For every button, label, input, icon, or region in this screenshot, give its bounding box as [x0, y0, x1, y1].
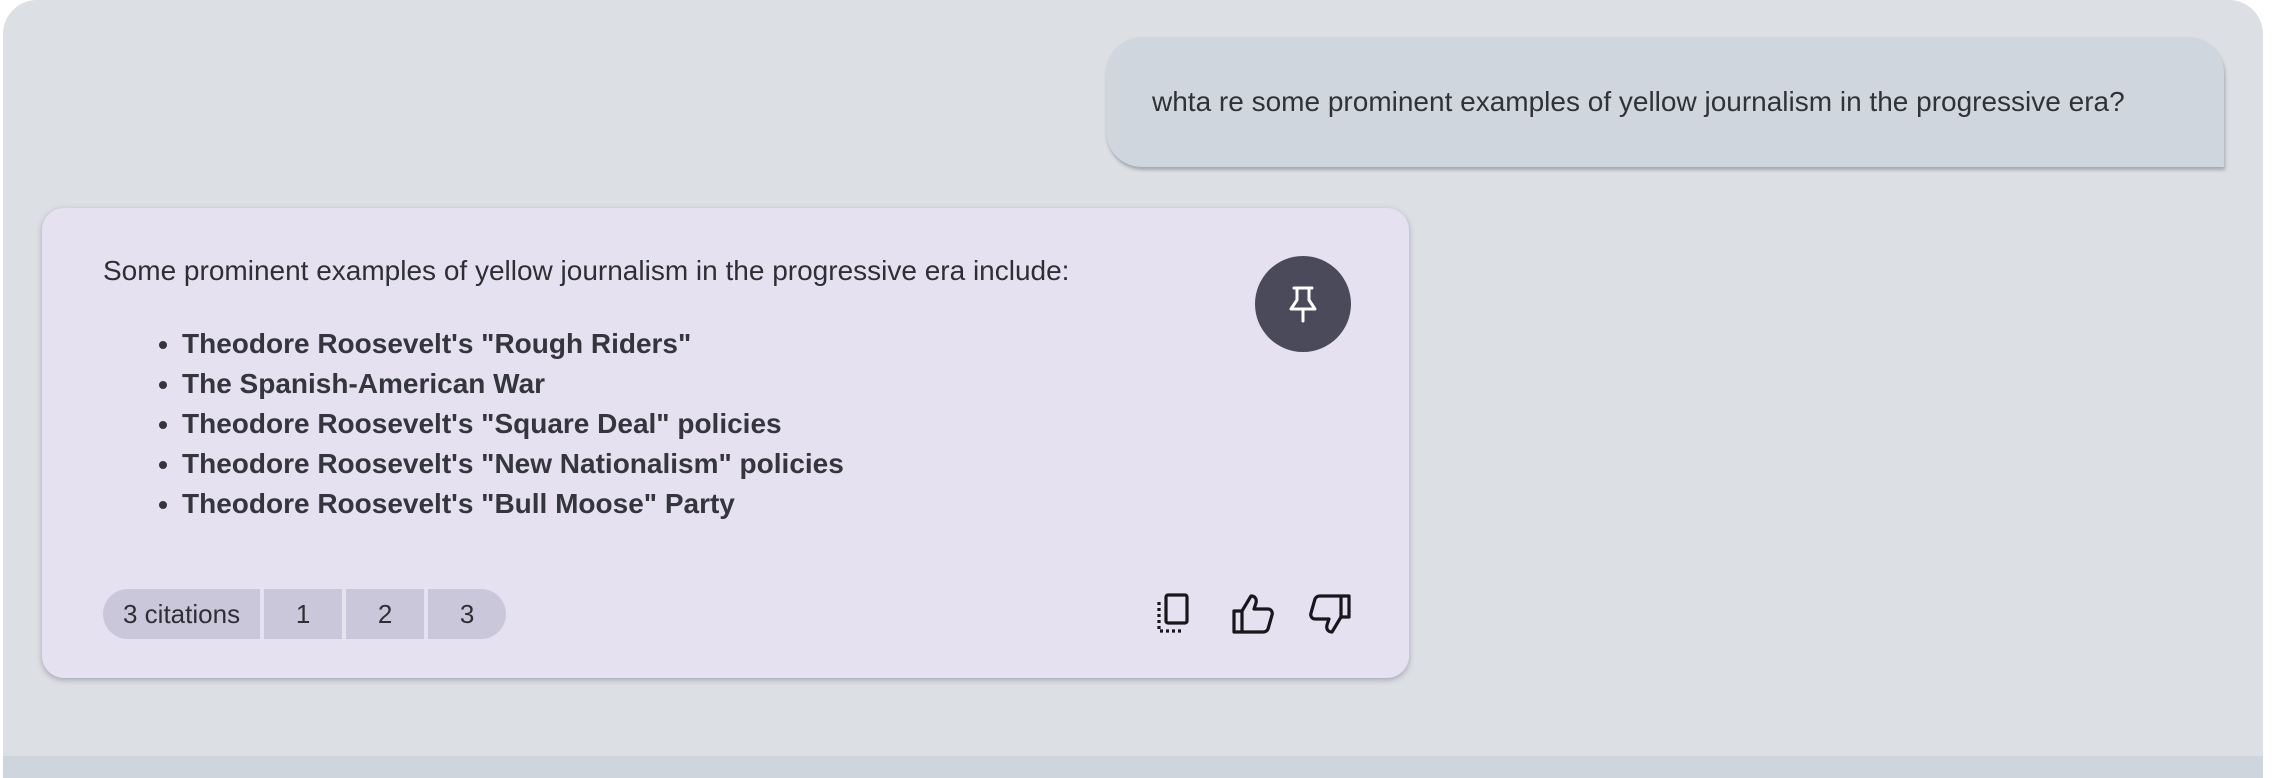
citation-link-1[interactable]: 1 — [264, 589, 343, 639]
answer-bullet: Theodore Roosevelt's "Square Deal" polic… — [182, 404, 844, 444]
citations-bar: 3 citations 1 2 3 — [103, 589, 507, 639]
citation-link-3[interactable]: 3 — [428, 589, 507, 639]
user-message-bubble: whta re some prominent examples of yello… — [1106, 37, 2224, 167]
thumbs-down-icon — [1309, 594, 1351, 634]
user-message-text: whta re some prominent examples of yello… — [1152, 86, 2125, 117]
citation-link-2[interactable]: 2 — [346, 589, 425, 639]
chat-canvas: whta re some prominent examples of yello… — [3, 0, 2263, 778]
answer-bullet: Theodore Roosevelt's "Bull Moose" Party — [182, 484, 844, 524]
input-area-edge — [3, 756, 2263, 778]
answer-bullet-list: Theodore Roosevelt's "Rough Riders" The … — [142, 324, 844, 524]
pin-button[interactable] — [1255, 256, 1351, 352]
answer-card: Some prominent examples of yellow journa… — [42, 208, 1409, 678]
answer-bullet: Theodore Roosevelt's "New Nationalism" p… — [182, 444, 844, 484]
answer-bullet: The Spanish-American War — [182, 364, 844, 404]
pin-icon — [1289, 286, 1317, 323]
citations-count[interactable]: 3 citations — [103, 589, 261, 639]
thumbs-up-button[interactable] — [1225, 586, 1281, 642]
copy-button[interactable] — [1145, 586, 1201, 642]
answer-bullet: Theodore Roosevelt's "Rough Riders" — [182, 324, 844, 364]
thumbs-up-icon — [1232, 594, 1274, 634]
answer-intro: Some prominent examples of yellow journa… — [103, 255, 1070, 286]
copy-icon — [1157, 593, 1189, 633]
thumbs-down-button[interactable] — [1302, 586, 1358, 642]
